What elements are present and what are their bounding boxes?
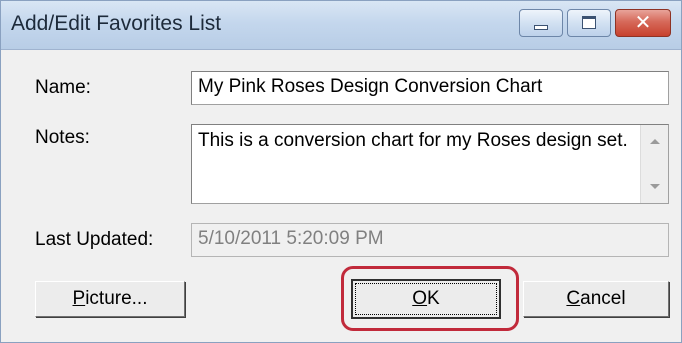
notes-text: This is a conversion chart for my Roses … (198, 130, 628, 151)
last-updated-field: 5/10/2011 5:20:09 PM (191, 223, 669, 257)
window-title: Add/Edit Favorites List (11, 12, 222, 35)
title-bar[interactable]: Add/Edit Favorites List ✕ (1, 1, 681, 50)
cancel-mnemonic: C (566, 288, 581, 309)
minimize-icon (534, 25, 548, 30)
notes-scrollbar[interactable] (640, 125, 668, 203)
scroll-down-icon[interactable] (650, 184, 660, 189)
picture-mnemonic: P (72, 288, 86, 309)
notes-field[interactable]: This is a conversion chart for my Roses … (191, 124, 669, 204)
ok-highlight-annotation (341, 266, 519, 331)
maximize-icon (582, 16, 596, 29)
last-updated-label: Last Updated: (35, 229, 154, 250)
cancel-label-rest: ancel (580, 288, 626, 309)
close-icon: ✕ (634, 12, 652, 34)
picture-button[interactable]: Picture... (35, 281, 185, 317)
scroll-up-icon[interactable] (650, 139, 660, 144)
name-label: Name: (35, 77, 91, 98)
dialog-window: Add/Edit Favorites List ✕ Name: My Pink … (0, 0, 682, 343)
notes-label: Notes: (35, 127, 90, 148)
close-button[interactable]: ✕ (615, 9, 671, 37)
minimize-button[interactable] (519, 9, 563, 37)
name-field[interactable]: My Pink Roses Design Conversion Chart (191, 71, 669, 105)
cancel-button[interactable]: Cancel (523, 281, 669, 317)
maximize-button[interactable] (567, 9, 611, 37)
picture-label-rest: icture... (85, 288, 148, 309)
